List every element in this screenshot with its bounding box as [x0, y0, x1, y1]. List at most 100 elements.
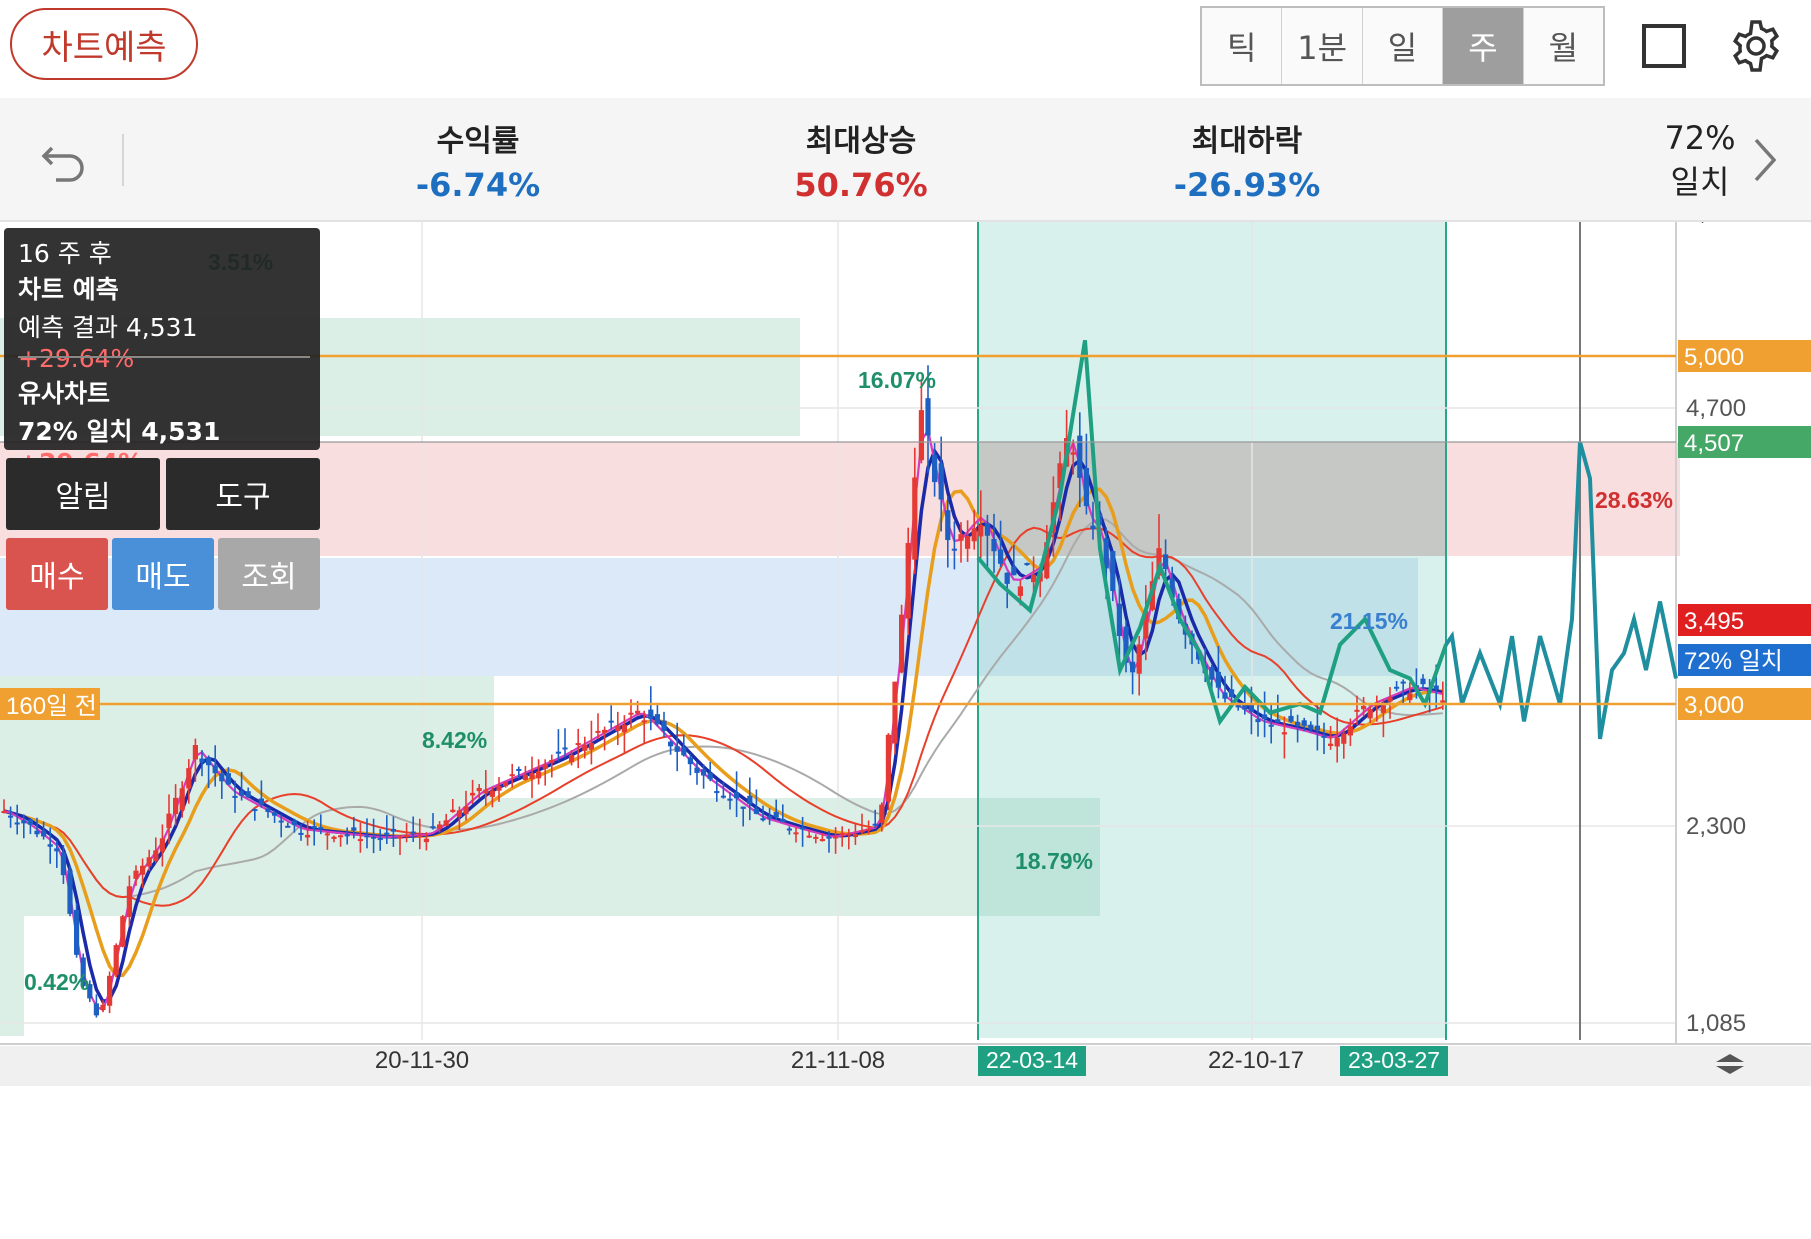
candle-body [173, 797, 179, 815]
candle-body [1380, 705, 1386, 713]
zone-percent-label: 18.79% [1015, 848, 1093, 874]
tab-week[interactable]: 주 [1443, 8, 1524, 84]
back-icon[interactable] [38, 134, 90, 186]
candle-body [199, 758, 205, 763]
candle-body [390, 828, 396, 832]
price-tick-label: 4,700 [1686, 395, 1746, 422]
candle-body [1433, 685, 1439, 690]
candle-body [681, 747, 687, 756]
candle-body [1440, 700, 1446, 703]
candle-body [1387, 697, 1393, 702]
candle-body [661, 720, 667, 731]
chart-predict-button[interactable]: 차트예측 [10, 8, 198, 80]
candle-body [1400, 681, 1406, 684]
highlight-date-text: 23-03-27 [1348, 1047, 1440, 1073]
candle-body [635, 710, 641, 714]
candle-body [423, 838, 429, 843]
candle-body [1308, 724, 1314, 730]
candle-body [417, 835, 423, 838]
tab-month[interactable]: 월 [1524, 8, 1603, 84]
candle-body [833, 836, 839, 839]
candle-body [885, 734, 891, 802]
candle-body [377, 838, 383, 841]
candle-body [54, 848, 60, 852]
candle-body [1163, 554, 1169, 570]
candle-body [410, 831, 416, 834]
candle-body [1361, 705, 1367, 710]
zone-percent-label: 0.42% [24, 969, 89, 995]
candle-body [602, 729, 608, 733]
match-value: 72% [1664, 119, 1736, 157]
candle-body [1407, 693, 1413, 701]
candle-body [1248, 704, 1254, 712]
candle-body [291, 820, 297, 826]
candle-body [311, 826, 317, 829]
candle-body [1341, 733, 1347, 744]
tab-1min[interactable]: 1분 [1282, 8, 1363, 84]
tab-tick[interactable]: 틱 [1202, 8, 1283, 84]
candle-body [1321, 735, 1327, 738]
candle-body [806, 835, 812, 838]
candle-body [998, 549, 1004, 564]
tab-day[interactable]: 일 [1363, 8, 1444, 84]
result-label: 예측 결과 [18, 313, 118, 342]
candle-body [1110, 551, 1116, 591]
candle-body [285, 825, 291, 828]
candle-body [899, 614, 905, 673]
square-icon[interactable] [1642, 24, 1686, 68]
match-block[interactable]: 72% 일치 [1650, 116, 1750, 204]
tool-button[interactable]: 도구 [166, 458, 320, 530]
candle-body [872, 823, 878, 826]
candle-body [958, 534, 964, 541]
candle-body [846, 833, 852, 836]
candle-body [740, 806, 746, 809]
candle-body [27, 819, 33, 825]
candle-body [74, 909, 80, 955]
candle-body [133, 870, 139, 879]
candle-body [918, 410, 924, 461]
candle-body [905, 543, 911, 619]
candle-body [529, 773, 535, 780]
candle-body [1295, 721, 1301, 726]
zone-percent-label: 8.42% [422, 727, 487, 753]
candle-body [1281, 732, 1287, 735]
candle-body [1215, 671, 1221, 688]
candle-body [364, 835, 370, 838]
price-tick-label: 2,300 [1686, 813, 1746, 840]
candle-body [1262, 714, 1268, 720]
candle-body [159, 838, 165, 852]
candle-body [120, 916, 126, 947]
candle-body [107, 975, 113, 1006]
candle-body [463, 806, 469, 815]
buy-button[interactable]: 매수 [6, 538, 108, 610]
candle-body [516, 768, 522, 771]
chevron-right-icon[interactable] [1748, 134, 1784, 186]
date-tick-label: 21-11-08 [791, 1047, 885, 1074]
candle-body [489, 790, 495, 797]
view-button[interactable]: 조회 [218, 538, 320, 610]
candle-body [720, 795, 726, 798]
candle-body [470, 792, 476, 796]
candle-body [1275, 719, 1281, 723]
candle-body [1328, 743, 1334, 747]
candle-body [734, 792, 740, 799]
date-tick-label: 20-11-30 [375, 1047, 469, 1074]
similar-price: 4,531 [141, 417, 221, 446]
predict-result-row: 예측 결과 4,531 +29.64% [18, 308, 320, 373]
zone-percent-label: 21.15% [1330, 608, 1408, 634]
gear-icon[interactable] [1728, 18, 1784, 74]
candle-body [443, 820, 449, 826]
alarm-button[interactable]: 알림 [6, 458, 160, 530]
candle-body [1354, 709, 1360, 712]
candle-body [793, 832, 799, 835]
candle-body [786, 828, 792, 831]
sell-button[interactable]: 매도 [112, 538, 214, 610]
candle-body [753, 808, 759, 814]
candle-body [153, 850, 159, 861]
candle-body [1031, 575, 1037, 583]
candle-body [648, 709, 654, 719]
candle-body [324, 833, 330, 836]
candle-body [351, 827, 357, 831]
candle-body [773, 811, 779, 818]
price-tag-text: 4,507 [1684, 430, 1744, 457]
